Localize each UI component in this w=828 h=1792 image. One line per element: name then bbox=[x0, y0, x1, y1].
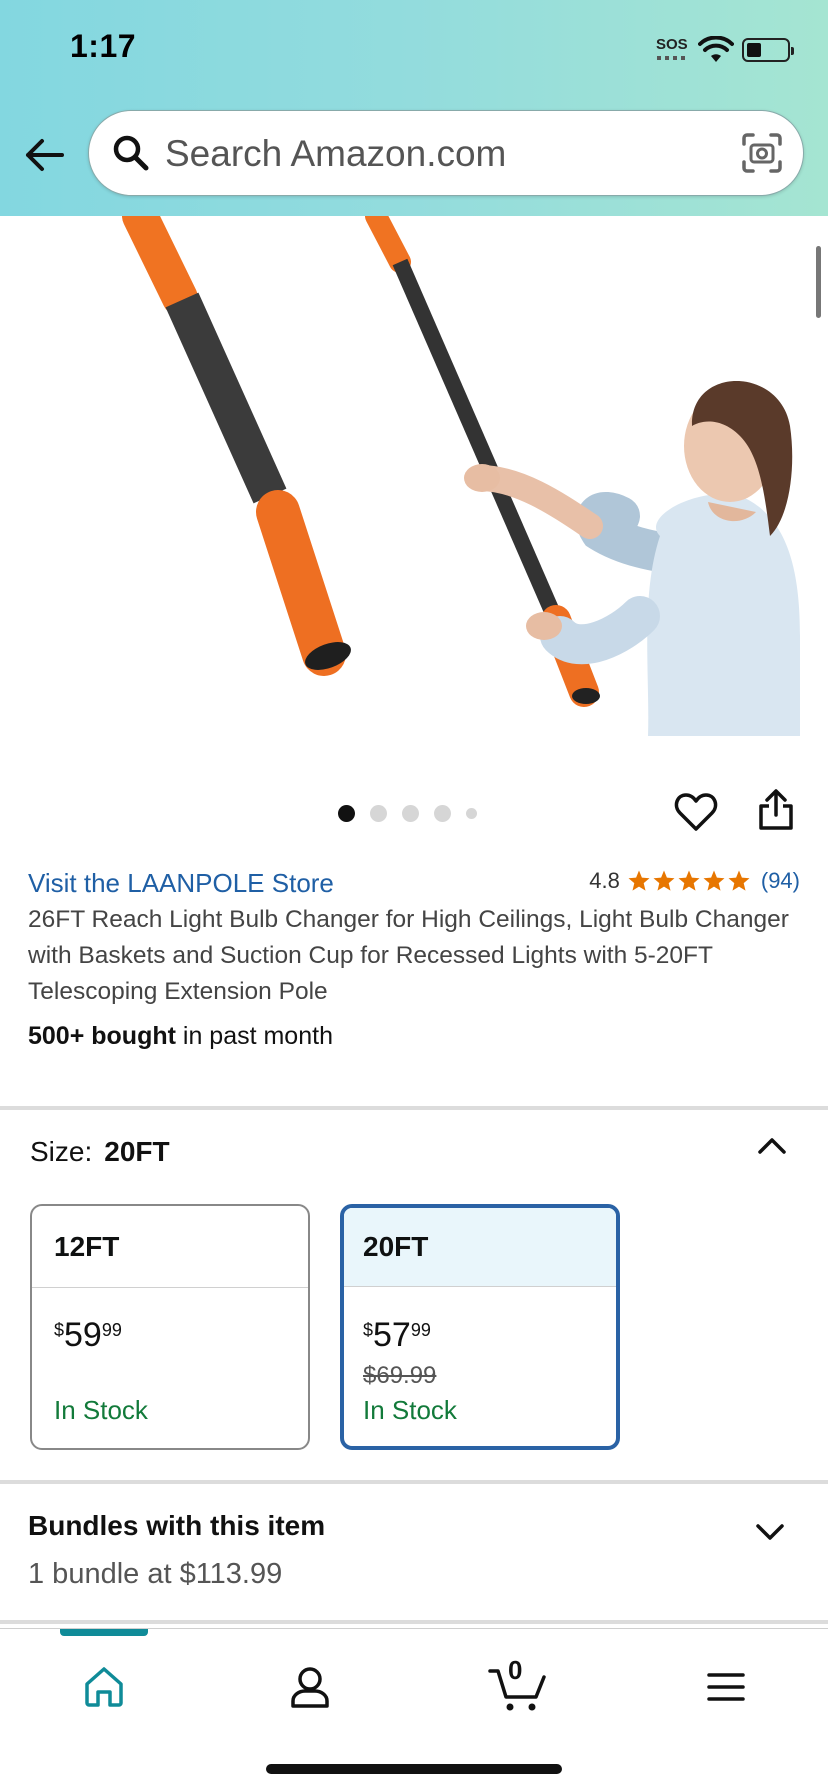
size-option-price: $59 99 bbox=[54, 1316, 122, 1354]
section-divider bbox=[0, 1106, 828, 1110]
heart-icon[interactable] bbox=[674, 790, 718, 834]
header: 1:17 SOS bbox=[0, 0, 828, 216]
stock-status: In Stock bbox=[54, 1395, 148, 1425]
size-option-price: $57 99 bbox=[363, 1316, 431, 1354]
section-divider bbox=[0, 1480, 828, 1484]
carousel-dot-3[interactable] bbox=[402, 804, 419, 822]
nav-home[interactable] bbox=[74, 1657, 134, 1717]
home-indicator[interactable] bbox=[266, 1764, 562, 1774]
cellular-dots bbox=[657, 56, 689, 60]
bought-period: in past month bbox=[175, 1022, 333, 1050]
selected-size: 20FT bbox=[104, 1136, 170, 1167]
product-photo bbox=[122, 216, 800, 736]
back-button[interactable] bbox=[22, 133, 66, 177]
size-label: Size: 20FT bbox=[30, 1136, 170, 1168]
bought-count: 500+ bought bbox=[28, 1022, 176, 1050]
store-link[interactable]: Visit the LAANPOLE Store bbox=[28, 868, 334, 899]
size-option-name: 12FT bbox=[32, 1206, 308, 1288]
cart-count: 0 bbox=[508, 1655, 523, 1685]
carousel-dot-5[interactable] bbox=[466, 807, 477, 819]
search-icon bbox=[113, 135, 149, 171]
wifi-icon bbox=[698, 36, 734, 62]
chevron-up-icon[interactable] bbox=[756, 1130, 788, 1162]
star-icon bbox=[703, 870, 725, 891]
rating-count-link[interactable]: (94) bbox=[761, 868, 800, 894]
size-option-20ft[interactable]: 20FT $57 99 $69.99 In Stock bbox=[340, 1204, 620, 1450]
rating-summary[interactable]: 4.8 (94) bbox=[589, 868, 800, 894]
share-icon[interactable] bbox=[756, 788, 796, 832]
size-option-12ft[interactable]: 12FT $59 99 In Stock bbox=[30, 1204, 310, 1450]
chevron-down-icon[interactable] bbox=[754, 1516, 786, 1548]
stock-status: In Stock bbox=[363, 1395, 457, 1425]
bundles-title[interactable]: Bundles with this item bbox=[28, 1510, 325, 1542]
section-divider bbox=[0, 1620, 828, 1624]
bought-in-past-month: 500+ bought in past month bbox=[28, 1022, 333, 1051]
star-icon bbox=[678, 870, 700, 891]
extension-pole-left bbox=[122, 216, 351, 676]
nav-account[interactable] bbox=[280, 1657, 340, 1717]
rating-value: 4.8 bbox=[589, 868, 620, 893]
status-time: 1:17 bbox=[70, 28, 137, 64]
woman-holding-pole bbox=[464, 381, 800, 736]
search-bar[interactable] bbox=[88, 110, 804, 196]
product-image[interactable] bbox=[0, 216, 828, 736]
star-rating bbox=[627, 869, 751, 893]
battery-icon bbox=[742, 38, 794, 62]
account-icon bbox=[291, 1667, 329, 1708]
nav-menu[interactable] bbox=[696, 1657, 756, 1717]
image-carousel-dots[interactable] bbox=[338, 804, 477, 822]
star-icon bbox=[628, 870, 650, 891]
hamburger-menu-icon bbox=[707, 1673, 745, 1701]
nav-active-indicator bbox=[60, 1629, 148, 1636]
list-price: $69.99 bbox=[363, 1362, 437, 1389]
search-input[interactable] bbox=[165, 125, 705, 183]
star-icon bbox=[728, 870, 750, 891]
bundles-subtitle: 1 bundle at $113.99 bbox=[28, 1558, 283, 1590]
carousel-dot-2[interactable] bbox=[370, 804, 387, 822]
nav-cart[interactable]: 0 bbox=[486, 1655, 550, 1717]
back-arrow-icon bbox=[26, 139, 64, 171]
product-title[interactable]: 26FT Reach Light Bulb Changer for High C… bbox=[28, 902, 800, 1010]
star-icon bbox=[653, 870, 675, 891]
size-label-text: Size: bbox=[30, 1136, 93, 1167]
home-icon bbox=[85, 1667, 123, 1707]
carousel-dot-1[interactable] bbox=[338, 804, 355, 822]
carousel-dot-4[interactable] bbox=[434, 804, 451, 822]
scroll-indicator[interactable] bbox=[816, 246, 821, 318]
size-option-name: 20FT bbox=[344, 1208, 616, 1287]
sos-indicator: SOS bbox=[656, 36, 688, 53]
camera-search-icon[interactable] bbox=[741, 132, 783, 174]
